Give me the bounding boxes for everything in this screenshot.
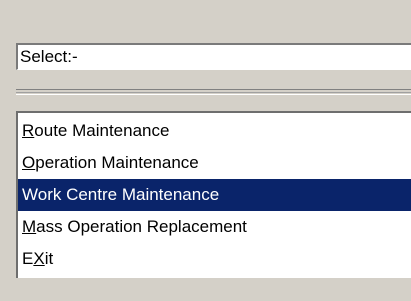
menu-item-exit[interactable]: EXit [18,243,411,275]
select-field-value: Select:- [20,47,78,66]
menu-item-label: peration Maintenance [35,153,199,172]
menu-item-label: ass Operation Replacement [36,217,247,236]
menu-item-work-centre-maintenance[interactable]: Work Centre Maintenance [18,179,411,211]
menu-item-label: Work Centre Maintenance [22,185,220,204]
menu-item-accelerator: M [22,217,37,236]
menu-item-operation-maintenance[interactable]: Operation Maintenance [18,147,411,179]
menu-item-mass-operation-replacement[interactable]: Mass Operation Replacement [18,211,411,243]
menu-item-label: oute Maintenance [34,121,170,140]
menu-list[interactable]: Route Maintenance Operation Maintenance … [16,111,411,278]
menu-item-accelerator: R [22,121,35,140]
menu-item-route-maintenance[interactable]: Route Maintenance [18,115,411,147]
menu-item-accelerator: O [22,153,36,172]
separator [16,89,411,95]
select-field[interactable]: Select:- [16,43,411,70]
menu-item-label-prefix: E [22,249,34,268]
menu-item-accelerator: X [33,249,45,268]
menu-item-label: it [44,249,54,268]
